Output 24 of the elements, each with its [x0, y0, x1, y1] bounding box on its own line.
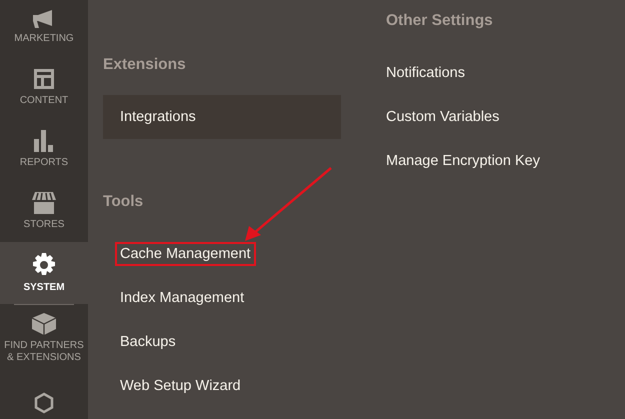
menu-link[interactable]: Cache Management [115, 242, 256, 266]
nav-item[interactable]: REPORTS [0, 118, 88, 180]
nav-label: CONTENT [18, 94, 70, 106]
nav-item[interactable]: SYSTEM [0, 242, 88, 304]
nav-label: STORES [22, 218, 66, 230]
nav-item[interactable]: CONTENT [0, 56, 88, 118]
nav-label: FIND PARTNERS & EXTENSIONS [3, 340, 85, 364]
menu-row[interactable]: Backups [103, 320, 341, 364]
section-heading: Tools [103, 192, 144, 212]
menu-row[interactable]: Web Setup Wizard [103, 364, 341, 408]
menu-link[interactable]: Web Setup Wizard [115, 374, 246, 398]
menu-row[interactable]: Cache Management [103, 232, 341, 276]
nav-label: SYSTEM [22, 282, 66, 294]
nav-label: MARKETING [13, 32, 75, 44]
menu-row[interactable]: Index Management [103, 276, 341, 320]
section-heading: Extensions [103, 55, 187, 75]
section-heading: Other Settings [386, 11, 494, 31]
nav-item[interactable]: MARKETING [0, 0, 88, 56]
menu-link[interactable]: Backups [115, 330, 181, 354]
menu-link[interactable]: Integrations [115, 105, 201, 129]
menu-link[interactable]: Index Management [115, 286, 250, 310]
nav-label: REPORTS [18, 156, 70, 168]
menu-row[interactable]: Integrations [103, 95, 341, 139]
nav-item[interactable]: STORES [0, 180, 88, 242]
